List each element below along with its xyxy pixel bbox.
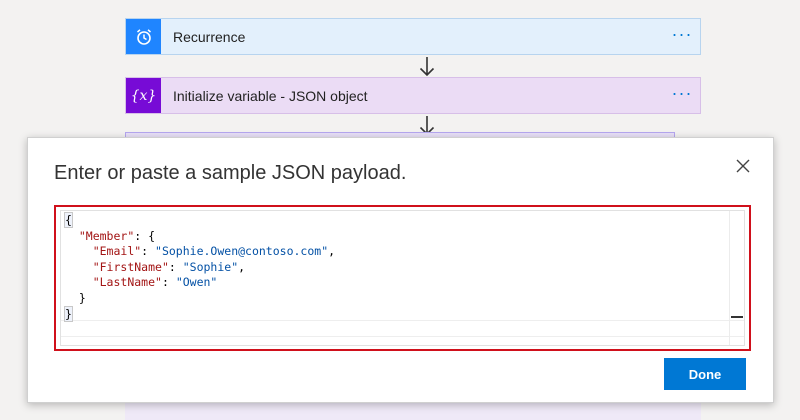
inner-close-brace: } bbox=[78, 290, 86, 305]
background-step-peek bbox=[125, 402, 701, 420]
step-card-recurrence[interactable]: Recurrence ··· bbox=[125, 18, 701, 55]
json-key: "Member" bbox=[78, 228, 135, 243]
dialog-title: Enter or paste a sample JSON payload. bbox=[54, 162, 407, 184]
editor-scrollbar[interactable] bbox=[729, 211, 744, 345]
code-line: { bbox=[64, 212, 724, 229]
code-line: "FirstName": "Sophie", bbox=[92, 259, 246, 274]
json-key: "FirstName" bbox=[92, 259, 169, 274]
more-options-icon[interactable]: ··· bbox=[664, 84, 700, 102]
done-button[interactable]: Done bbox=[664, 358, 746, 390]
code-line: } bbox=[64, 305, 724, 323]
scroll-position-marker bbox=[731, 316, 743, 318]
open-brace: { bbox=[64, 212, 73, 228]
json-payload-editor[interactable]: { "Member": { "Email": "Sophie.Owen@cont… bbox=[54, 205, 751, 351]
close-brace: } bbox=[64, 305, 73, 322]
current-line-highlight bbox=[61, 320, 744, 337]
step-title: Recurrence bbox=[173, 28, 246, 45]
step-title: Initialize variable - JSON object bbox=[173, 87, 368, 104]
json-key: "Email" bbox=[92, 244, 142, 259]
close-icon[interactable] bbox=[735, 158, 751, 174]
json-code[interactable]: { "Member": { "Email": "Sophie.Owen@cont… bbox=[64, 212, 724, 323]
json-value: "Sophie" bbox=[182, 259, 239, 274]
json-value: "Owen" bbox=[175, 275, 218, 290]
code-line: "Email": "Sophie.Owen@contoso.com", bbox=[92, 244, 336, 259]
code-line: "Member": { bbox=[65, 229, 724, 245]
json-value: "Sophie.Owen@contoso.com" bbox=[155, 244, 329, 259]
code-area[interactable]: { "Member": { "Email": "Sophie.Owen@cont… bbox=[60, 210, 745, 346]
sample-payload-dialog: Enter or paste a sample JSON payload. { … bbox=[27, 137, 774, 403]
more-options-icon[interactable]: ··· bbox=[664, 25, 700, 43]
json-key: "LastName" bbox=[92, 275, 162, 290]
punctuation: : { bbox=[134, 228, 156, 243]
variable-icon: {x} bbox=[126, 78, 161, 113]
code-line: "LastName": "Owen" bbox=[92, 275, 218, 290]
code-line: } bbox=[65, 291, 724, 307]
step-card-initialize-variable[interactable]: {x} Initialize variable - JSON object ··… bbox=[125, 77, 701, 114]
down-arrow-icon bbox=[419, 57, 435, 77]
alarm-clock-icon bbox=[126, 19, 161, 54]
